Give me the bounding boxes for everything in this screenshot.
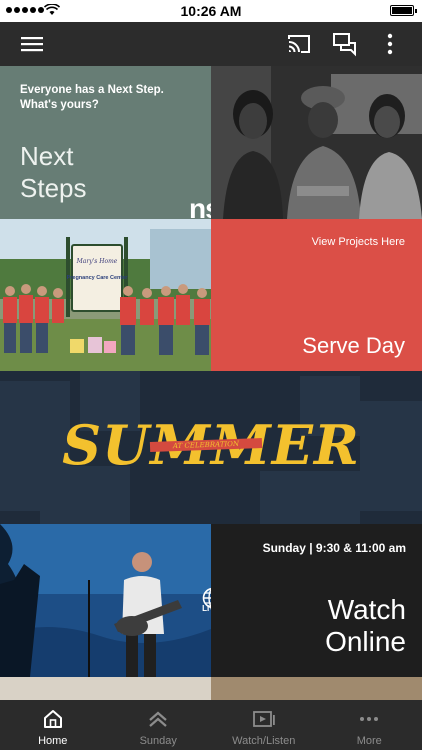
pregnancy-care-photo[interactable]: Mary's Home Pregnancy Care Center (0, 219, 211, 371)
view-projects-link[interactable]: View Projects Here (312, 236, 405, 248)
sign-line1: Mary's Home (76, 258, 118, 265)
tab-watch-listen[interactable]: Watch/Listen (211, 700, 317, 750)
dots-icon (360, 717, 379, 721)
chat-bubbles-icon[interactable] (332, 31, 358, 57)
vertical-dots-icon[interactable] (377, 31, 403, 57)
cast-icon[interactable] (286, 31, 312, 57)
home-icon (43, 710, 62, 728)
next-steps-tagline: Everyone has a Next Step. What's yours? (20, 84, 164, 111)
battery-icon (390, 5, 417, 16)
next-tile-left[interactable] (0, 677, 211, 701)
next-steps-title-line2: Steps (20, 173, 87, 203)
status-bar: 10:26 AM (0, 0, 422, 22)
tab-home-label: Home (38, 735, 68, 747)
worship-live-photo[interactable] (0, 524, 211, 677)
watch-online-title: Watch Online (325, 594, 406, 658)
tab-watch-listen-label: Watch/Listen (232, 735, 296, 747)
worship-stage-image (0, 524, 211, 677)
ns-logo: ns (189, 193, 211, 219)
app-header (0, 22, 422, 66)
chevrons-up-icon (149, 711, 167, 727)
watch-online-tile[interactable]: Sunday | 9:30 & 11:00 am Watch Online (211, 524, 422, 677)
people-photo-image (211, 66, 422, 219)
next-steps-title-line1: Next (20, 141, 74, 171)
tab-more[interactable]: More (317, 700, 422, 750)
status-time: 10:26 AM (180, 3, 242, 19)
next-steps-tile[interactable]: Everyone has a Next Step. What's yours? … (0, 66, 211, 219)
service-schedule: Sunday | 9:30 & 11:00 am (262, 541, 406, 555)
tab-sunday-label: Sunday (139, 735, 177, 747)
bottom-tab-bar: Home Sunday Watch/Listen More (0, 700, 422, 750)
next-steps-photo[interactable] (211, 66, 422, 219)
sign-line2: Pregnancy Care Center (67, 275, 129, 281)
next-tile-right[interactable] (211, 677, 422, 701)
tab-home[interactable]: Home (0, 700, 106, 750)
video-icon (252, 711, 275, 727)
watch-online-line1: Watch (327, 594, 406, 625)
serve-day-title: Serve Day (302, 333, 405, 358)
tab-more-label: More (356, 735, 382, 747)
serve-day-tile[interactable]: View Projects Here Serve Day (211, 219, 422, 371)
tab-sunday[interactable]: Sunday (106, 700, 212, 750)
serve-group-photo-image: Mary's Home Pregnancy Care Center (0, 219, 211, 371)
watch-online-line2: Online (325, 626, 406, 657)
next-steps-title: Next Steps (20, 140, 87, 204)
hamburger-menu-icon[interactable] (19, 31, 45, 57)
